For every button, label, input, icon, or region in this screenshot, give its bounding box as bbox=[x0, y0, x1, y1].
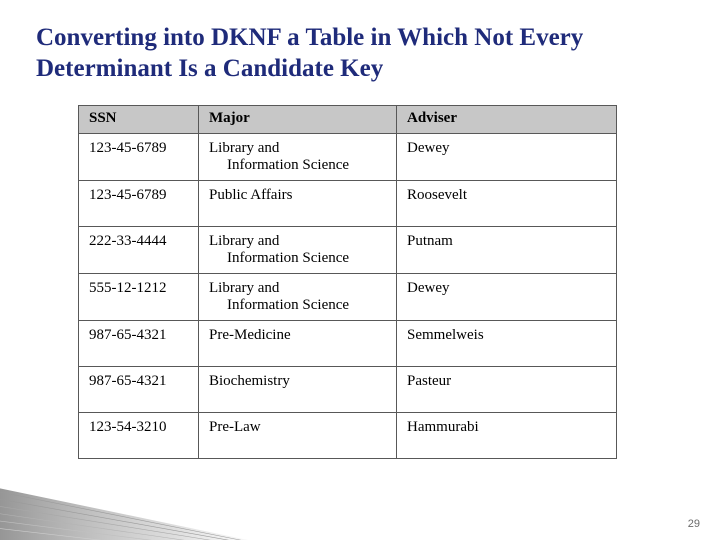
col-header-major: Major bbox=[199, 105, 397, 133]
col-header-adviser: Adviser bbox=[397, 105, 617, 133]
table-row: 222-33-4444Library andInformation Scienc… bbox=[79, 226, 617, 273]
cell-major: Library andInformation Science bbox=[199, 226, 397, 273]
cell-major: Public Affairs bbox=[199, 180, 397, 226]
cell-major: Library andInformation Science bbox=[199, 133, 397, 180]
table-row: 987-65-4321Pre-MedicineSemmelweis bbox=[79, 320, 617, 366]
page-number: 29 bbox=[688, 518, 700, 530]
cell-adviser: Pasteur bbox=[397, 366, 617, 412]
cell-ssn: 555-12-1212 bbox=[79, 273, 199, 320]
cell-adviser: Putnam bbox=[397, 226, 617, 273]
table-row: 987-65-4321BiochemistryPasteur bbox=[79, 366, 617, 412]
table-body: 123-45-6789Library andInformation Scienc… bbox=[79, 133, 617, 458]
dknf-table: SSN Major Adviser 123-45-6789Library and… bbox=[78, 105, 617, 459]
cell-major: Library andInformation Science bbox=[199, 273, 397, 320]
cell-adviser: Hammurabi bbox=[397, 412, 617, 458]
cell-major: Pre-Medicine bbox=[199, 320, 397, 366]
cell-ssn: 123-45-6789 bbox=[79, 180, 199, 226]
cell-adviser: Dewey bbox=[397, 273, 617, 320]
cell-major: Biochemistry bbox=[199, 366, 397, 412]
table-row: 123-45-6789Library andInformation Scienc… bbox=[79, 133, 617, 180]
col-header-ssn: SSN bbox=[79, 105, 199, 133]
cell-ssn: 123-54-3210 bbox=[79, 412, 199, 458]
cell-ssn: 123-45-6789 bbox=[79, 133, 199, 180]
cell-ssn: 987-65-4321 bbox=[79, 320, 199, 366]
decorative-swoosh bbox=[0, 450, 320, 540]
cell-ssn: 222-33-4444 bbox=[79, 226, 199, 273]
table-container: SSN Major Adviser 123-45-6789Library and… bbox=[78, 105, 616, 459]
slide-title: Converting into DKNF a Table in Which No… bbox=[36, 22, 684, 85]
cell-ssn: 987-65-4321 bbox=[79, 366, 199, 412]
table-row: 123-45-6789Public AffairsRoosevelt bbox=[79, 180, 617, 226]
cell-adviser: Dewey bbox=[397, 133, 617, 180]
table-row: 555-12-1212Library andInformation Scienc… bbox=[79, 273, 617, 320]
cell-adviser: Roosevelt bbox=[397, 180, 617, 226]
table-header-row: SSN Major Adviser bbox=[79, 105, 617, 133]
slide: Converting into DKNF a Table in Which No… bbox=[0, 0, 720, 540]
cell-major: Pre-Law bbox=[199, 412, 397, 458]
cell-adviser: Semmelweis bbox=[397, 320, 617, 366]
table-row: 123-54-3210Pre-LawHammurabi bbox=[79, 412, 617, 458]
